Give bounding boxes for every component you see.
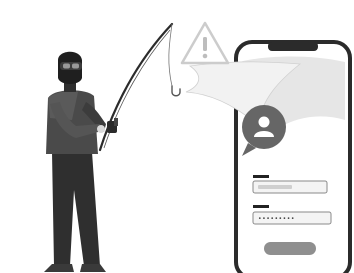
hacker-figure bbox=[44, 51, 106, 272]
username-field[interactable] bbox=[252, 180, 328, 194]
phone-notch bbox=[268, 42, 318, 51]
password-label bbox=[253, 205, 269, 208]
fishing-line bbox=[168, 23, 173, 87]
hacker-right-shoe bbox=[80, 264, 106, 272]
phishing-illustration: ••••••••• bbox=[44, 21, 352, 273]
hacker-left-shoe bbox=[44, 264, 74, 272]
hacker-hand bbox=[97, 125, 105, 133]
password-field[interactable]: ••••••••• bbox=[252, 211, 332, 225]
username-text-bar bbox=[258, 185, 292, 189]
username-label bbox=[253, 175, 269, 178]
hacker-legs bbox=[52, 152, 100, 266]
login-button[interactable] bbox=[264, 242, 316, 255]
fishing-reel bbox=[107, 118, 118, 133]
fishing-hook-icon bbox=[171, 85, 181, 97]
smartphone bbox=[185, 40, 352, 273]
password-mask: ••••••••• bbox=[258, 216, 295, 223]
fishing-rod bbox=[98, 22, 181, 152]
warning-icon bbox=[180, 21, 230, 65]
